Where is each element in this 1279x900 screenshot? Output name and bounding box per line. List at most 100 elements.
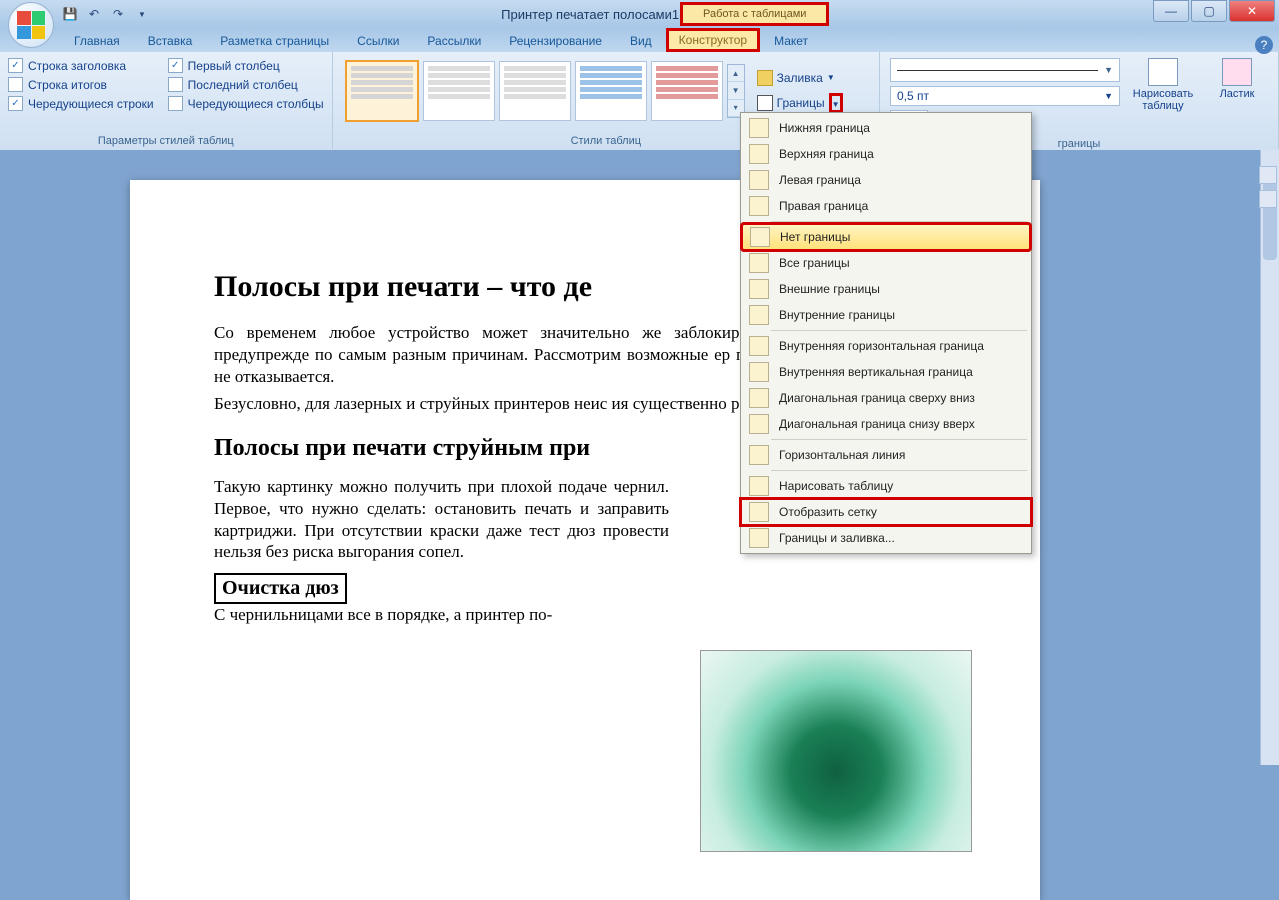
check-header-row[interactable]: ✓Строка заголовка (8, 58, 154, 73)
save-icon[interactable]: 💾 (60, 4, 80, 24)
label: Диагональная граница снизу вверх (779, 417, 975, 431)
label: Последний столбец (188, 78, 298, 92)
check-last-col[interactable]: Последний столбец (168, 77, 324, 92)
hline-icon (749, 445, 769, 465)
help-icon[interactable]: ? (1255, 36, 1273, 54)
value: 0,5 пт (897, 89, 929, 103)
label: Заливка (777, 71, 823, 85)
vertical-scrollbar[interactable] (1260, 150, 1279, 765)
dd-borders-shading[interactable]: Границы и заливка... (741, 525, 1031, 551)
border-icon (749, 362, 769, 382)
border-icon (749, 253, 769, 273)
tab-view[interactable]: Вид (616, 30, 666, 52)
border-icon (749, 196, 769, 216)
border-icon (749, 305, 769, 325)
dd-draw-table[interactable]: Нарисовать таблицу (741, 473, 1031, 499)
maximize-button[interactable]: ▢ (1191, 0, 1227, 22)
qat-more-icon[interactable]: ▼ (132, 4, 152, 24)
dd-inside-v-border[interactable]: Внутренняя вертикальная граница (741, 359, 1031, 385)
minimize-button[interactable]: — (1153, 0, 1189, 22)
doc-paragraph: Такую картинку можно получить при плохой… (214, 476, 669, 563)
tab-mailings[interactable]: Рассылки (413, 30, 495, 52)
dd-no-border[interactable]: Нет границы (742, 224, 1030, 250)
label: Внутренние границы (779, 308, 895, 322)
dd-outside-borders[interactable]: Внешние границы (741, 276, 1031, 302)
tab-layout[interactable]: Макет (760, 30, 822, 52)
bucket-icon (757, 70, 773, 86)
check-total-row[interactable]: Строка итогов (8, 77, 154, 92)
context-tab-label: Работа с таблицами (680, 2, 829, 26)
label: Границы (777, 96, 825, 110)
side-icon[interactable] (1259, 190, 1277, 208)
group-label: Параметры стилей таблиц (8, 133, 324, 147)
separator (771, 470, 1027, 471)
borders-dropdown: Нижняя граница Верхняя граница Левая гра… (740, 112, 1032, 554)
label: Все границы (779, 256, 850, 270)
dd-diag-up[interactable]: Диагональная граница снизу вверх (741, 411, 1031, 437)
label: Правая граница (779, 199, 868, 213)
line-weight-combo[interactable]: 0,5 пт▼ (890, 86, 1120, 106)
ribbon-tabs: Главная Вставка Разметка страницы Ссылки… (0, 28, 1279, 52)
line-style-combo[interactable]: ▼ (890, 58, 1120, 82)
grid-icon (749, 502, 769, 522)
eraser-button[interactable]: Ластик (1204, 56, 1270, 136)
tab-insert[interactable]: Вставка (134, 30, 207, 52)
dd-diag-down[interactable]: Диагональная граница сверху вниз (741, 385, 1031, 411)
ruler-toggle-icon[interactable] (1259, 166, 1277, 184)
border-icon (749, 336, 769, 356)
tab-review[interactable]: Рецензирование (495, 30, 616, 52)
close-button[interactable]: ✕ (1229, 0, 1275, 22)
draw-table-button[interactable]: Нарисовать таблицу (1130, 56, 1196, 136)
shading-button[interactable]: Заливка ▼ (751, 68, 849, 88)
tab-home[interactable]: Главная (60, 30, 134, 52)
draw-icon (749, 476, 769, 496)
caret-icon: ▼ (827, 73, 835, 82)
scroll-up-icon[interactable]: ▲ (728, 65, 744, 82)
office-button[interactable] (8, 2, 54, 48)
check-banded-cols[interactable]: Чередующиеся столбцы (168, 96, 324, 111)
tab-design[interactable]: Конструктор (666, 28, 760, 52)
redo-icon[interactable]: ↷ (108, 4, 128, 24)
dd-show-grid[interactable]: Отобразить сетку (741, 499, 1031, 525)
style-gallery-scroll[interactable]: ▲▼▾ (727, 64, 745, 118)
separator (771, 330, 1027, 331)
label: Нарисовать таблицу (1132, 88, 1194, 112)
border-icon (750, 227, 770, 247)
tab-references[interactable]: Ссылки (343, 30, 413, 52)
dd-horizontal-line[interactable]: Горизонтальная линия (741, 442, 1031, 468)
table-style-preview[interactable] (575, 61, 647, 121)
dd-left-border[interactable]: Левая граница (741, 167, 1031, 193)
ribbon: ✓Строка заголовка Строка итогов ✓Чередую… (0, 52, 1279, 151)
caret-icon: ▼ (832, 100, 840, 109)
label: Горизонтальная линия (779, 448, 905, 462)
doc-paragraph: С чернильницами все в порядке, а принтер… (214, 604, 669, 626)
dd-bottom-border[interactable]: Нижняя граница (741, 115, 1031, 141)
table-style-preview[interactable] (651, 61, 723, 121)
table-style-preview[interactable] (345, 60, 419, 122)
border-icon (749, 170, 769, 190)
border-icon (749, 388, 769, 408)
label: Диагональная граница сверху вниз (779, 391, 975, 405)
tab-page-layout[interactable]: Разметка страницы (206, 30, 343, 52)
table-style-preview[interactable] (499, 61, 571, 121)
label: Границы и заливка... (779, 531, 895, 545)
check-first-col[interactable]: ✓Первый столбец (168, 58, 324, 73)
border-icon (749, 118, 769, 138)
label: Нет границы (780, 230, 850, 244)
table-style-preview[interactable] (423, 61, 495, 121)
quick-access-toolbar: 💾 ↶ ↷ ▼ (60, 4, 152, 24)
dd-inside-h-border[interactable]: Внутренняя горизонтальная граница (741, 333, 1031, 359)
dd-inside-borders[interactable]: Внутренние границы (741, 302, 1031, 328)
eraser-icon (1222, 58, 1252, 86)
dd-all-borders[interactable]: Все границы (741, 250, 1031, 276)
scroll-down-icon[interactable]: ▼ (728, 82, 744, 99)
label: Чередующиеся строки (28, 97, 154, 111)
check-banded-rows[interactable]: ✓Чередующиеся строки (8, 96, 154, 111)
undo-icon[interactable]: ↶ (84, 4, 104, 24)
dd-right-border[interactable]: Правая граница (741, 193, 1031, 219)
label: Первый столбец (188, 59, 280, 73)
border-icon (749, 279, 769, 299)
border-icon (749, 144, 769, 164)
dd-top-border[interactable]: Верхняя граница (741, 141, 1031, 167)
borders-button[interactable]: Границы ▼ (751, 91, 849, 115)
